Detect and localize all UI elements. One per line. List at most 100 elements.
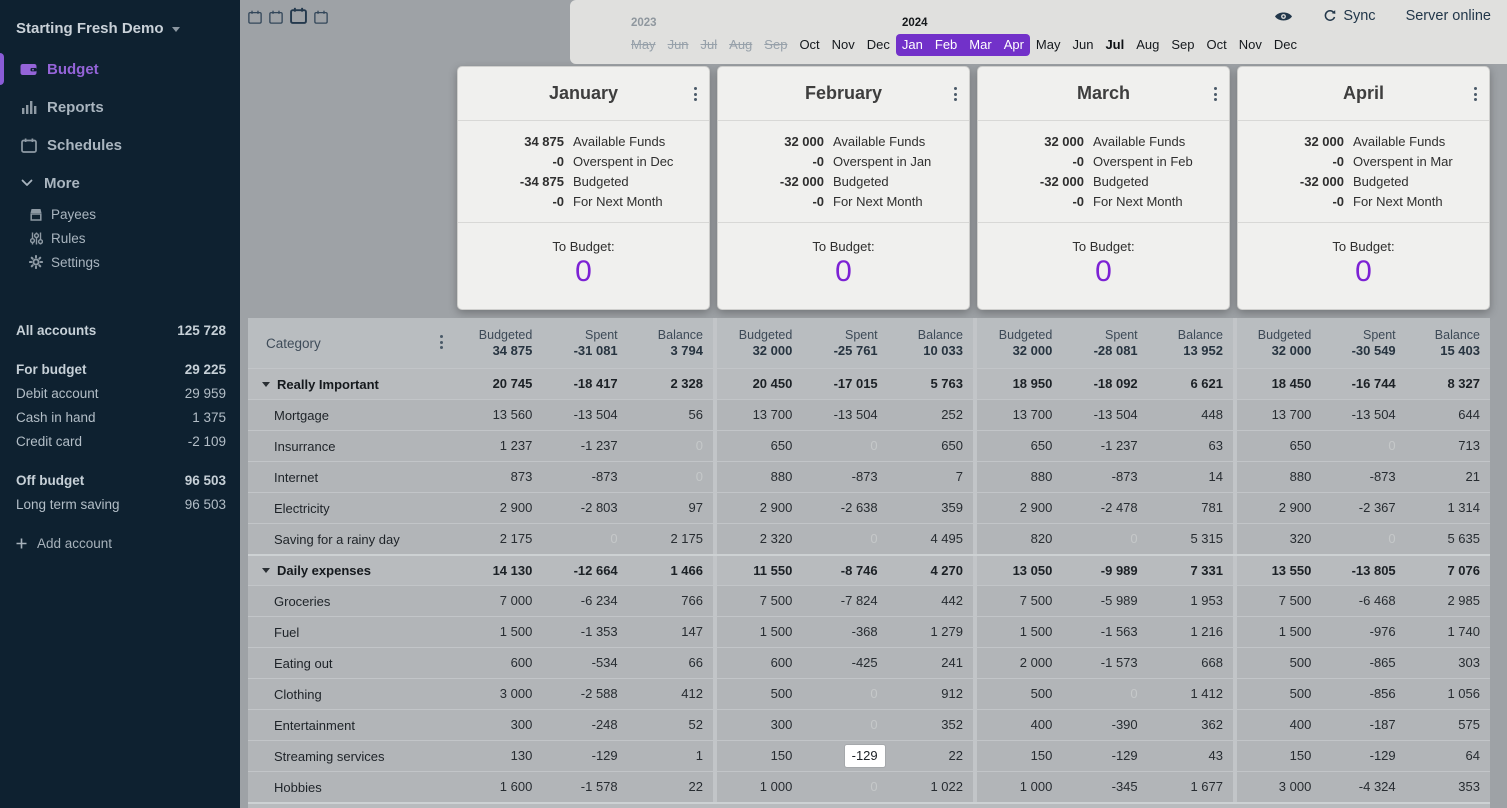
month-nov-2023[interactable]: Nov [826,34,861,56]
budget-cell[interactable]: 7 000 [457,586,542,616]
month-jun-2023[interactable]: Jun [662,34,695,56]
budget-cell[interactable]: 880 [977,462,1062,492]
month-aug-2024[interactable]: Aug [1130,34,1165,56]
month-menu-button[interactable] [1214,87,1217,101]
budget-cell[interactable]: 7 [888,462,973,492]
budget-cell[interactable]: 0 [1062,524,1147,554]
budget-cell[interactable]: -873 [802,462,887,492]
category-name[interactable]: Insurrance [248,431,457,461]
budget-cell[interactable]: 150 [1237,741,1321,771]
budget-cell[interactable]: 1 [628,741,713,771]
budget-cell[interactable]: 0 [1062,679,1147,709]
collapse-triangle-icon[interactable] [262,382,270,387]
month-menu-button[interactable] [1474,87,1477,101]
budget-cell[interactable]: 0 [628,431,713,461]
budget-cell[interactable]: 147 [628,617,713,647]
budget-cell[interactable]: -873 [1062,462,1147,492]
budget-cell[interactable]: 43 [1148,741,1233,771]
budget-cell[interactable]: 13 560 [457,400,542,430]
budget-cell[interactable]: -368 [802,617,887,647]
sidebar-item-reports[interactable]: Reports [0,88,240,126]
budget-cell[interactable]: 650 [888,431,973,461]
budget-cell[interactable]: -6 234 [542,586,627,616]
budget-cell[interactable]: 4 270 [888,556,973,585]
budget-cell[interactable]: 359 [888,493,973,523]
budget-cell[interactable]: 13 050 [977,556,1062,585]
budget-cell[interactable]: 575 [1406,710,1490,740]
budget-cell[interactable]: 1 500 [457,617,542,647]
budget-cell[interactable]: -248 [542,710,627,740]
calendar-months-button-3[interactable] [290,7,307,24]
budget-cell[interactable]: 13 550 [1237,556,1321,585]
account-row[interactable]: Debit account29 959 [0,381,240,405]
budget-cell[interactable]: 300 [457,710,542,740]
budget-cell[interactable]: 13 700 [1237,400,1321,430]
budget-cell[interactable]: 2 320 [717,524,802,554]
budget-cell[interactable]: 500 [1237,679,1321,709]
budget-cell[interactable]: -129 [802,741,887,771]
budget-cell[interactable]: 252 [888,400,973,430]
budget-cell[interactable]: -13 504 [1321,400,1405,430]
budget-cell[interactable]: 18 950 [977,369,1062,399]
budget-cell[interactable]: 2 985 [1406,586,1490,616]
budget-cell[interactable]: 5 315 [1148,524,1233,554]
budget-cell[interactable]: -187 [1321,710,1405,740]
budget-cell[interactable]: 400 [977,710,1062,740]
budget-cell[interactable]: -425 [802,648,887,678]
category-name[interactable]: Clothing [248,679,457,709]
budget-cell[interactable]: 5 635 [1406,524,1490,554]
budget-cell[interactable]: 56 [628,400,713,430]
month-menu-button[interactable] [954,87,957,101]
budget-cell[interactable]: -129 [1321,741,1405,771]
budget-cell[interactable]: -873 [542,462,627,492]
month-dec-2024[interactable]: Dec [1268,34,1303,56]
budget-cell[interactable]: 500 [977,679,1062,709]
budget-cell[interactable]: 64 [1406,741,1490,771]
budget-cell[interactable]: -976 [1321,617,1405,647]
budget-cell[interactable]: -856 [1321,679,1405,709]
budget-cell[interactable]: 880 [1237,462,1321,492]
budget-cell[interactable]: 1 500 [977,617,1062,647]
budget-cell[interactable]: 1 237 [457,431,542,461]
account-row[interactable]: Credit card-2 109 [0,429,240,453]
month-aug-2023[interactable]: Aug [723,34,758,56]
budget-cell[interactable]: 11 550 [717,556,802,585]
budget-cell[interactable]: 2 175 [457,524,542,554]
category-name[interactable]: Mortgage [248,400,457,430]
month-feb-2024[interactable]: Feb [929,34,963,56]
category-name[interactable]: Streaming services [248,741,457,771]
budget-cell[interactable]: 14 [1148,462,1233,492]
month-oct-2024[interactable]: Oct [1201,34,1233,56]
all-accounts-row[interactable]: All accounts 125 728 [0,318,240,342]
budget-cell[interactable]: 442 [888,586,973,616]
calendar-months-button-4[interactable] [314,10,328,24]
budget-cell[interactable]: 63 [1148,431,1233,461]
budget-cell[interactable]: -390 [1062,710,1147,740]
sidebar-item-settings[interactable]: Settings [0,250,240,274]
budget-cell[interactable]: 1 000 [977,772,1062,802]
month-oct-2023[interactable]: Oct [793,34,825,56]
budget-cell[interactable]: 2 900 [977,493,1062,523]
budget-cell[interactable]: 22 [888,741,973,771]
sidebar-item-rules[interactable]: Rules [0,226,240,250]
budget-cell[interactable]: 1 466 [628,556,713,585]
calendar-months-button-1[interactable] [248,10,262,24]
budget-cell[interactable]: 7 500 [717,586,802,616]
budget-cell[interactable]: 0 [628,462,713,492]
budget-cell[interactable]: 150 [717,741,802,771]
budget-cell[interactable]: 20 450 [717,369,802,399]
budget-cell[interactable]: 7 076 [1406,556,1490,585]
budget-cell[interactable]: 1 953 [1148,586,1233,616]
budget-cell[interactable]: 0 [802,772,887,802]
month-menu-button[interactable] [694,87,697,101]
month-jul-2023[interactable]: Jul [695,34,724,56]
budget-cell[interactable]: 7 500 [977,586,1062,616]
budget-cell[interactable]: 3 000 [457,679,542,709]
budget-cell[interactable]: 303 [1406,648,1490,678]
sidebar-item-budget[interactable]: Budget [0,50,240,88]
budget-cell[interactable]: 0 [542,524,627,554]
budget-cell[interactable]: -1 573 [1062,648,1147,678]
budget-cell[interactable]: 400 [1237,710,1321,740]
budget-cell[interactable]: 5 763 [888,369,973,399]
month-nov-2024[interactable]: Nov [1233,34,1268,56]
